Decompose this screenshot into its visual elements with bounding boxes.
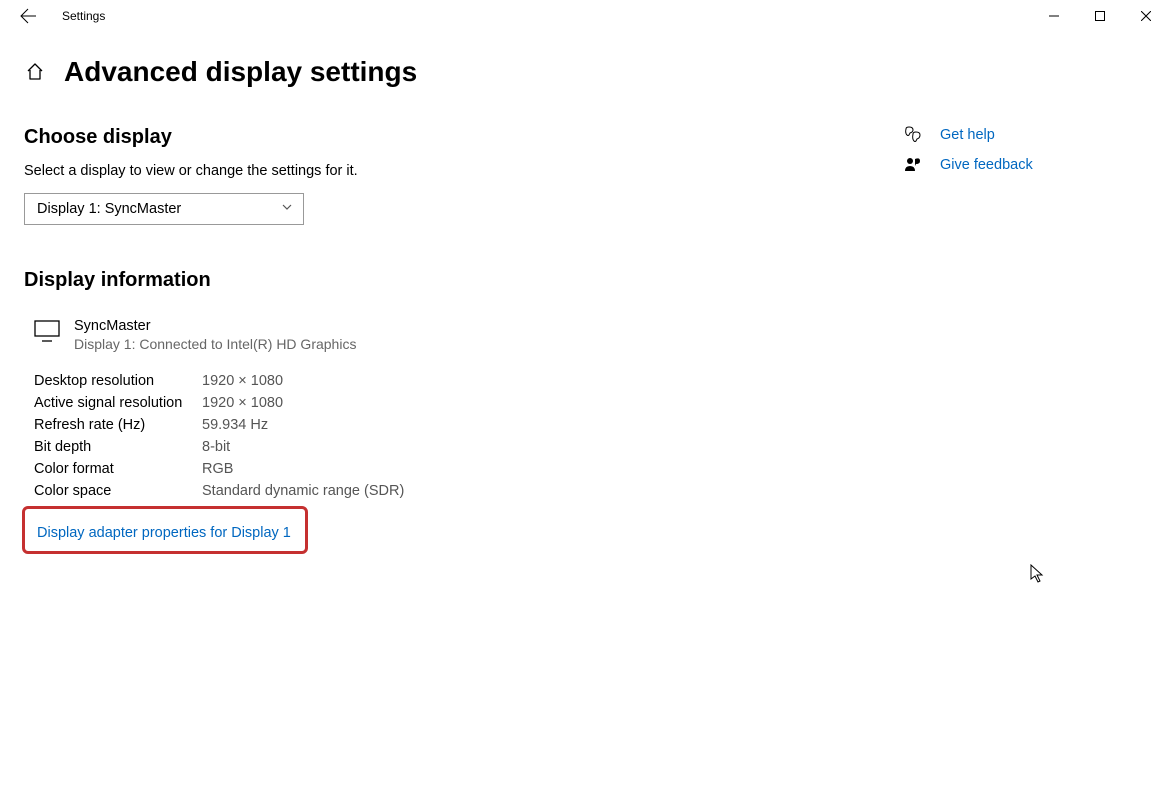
info-value: 59.934 Hz (202, 417, 268, 433)
help-icon (904, 126, 922, 144)
window-controls (1031, 0, 1169, 32)
info-label: Desktop resolution (34, 373, 202, 389)
choose-display-heading: Choose display (24, 126, 684, 149)
get-help-label: Get help (940, 127, 995, 143)
display-name: SyncMaster (74, 318, 356, 334)
header: Advanced display settings (0, 32, 1169, 88)
info-value: Standard dynamic range (SDR) (202, 483, 404, 499)
window-title: Settings (62, 9, 105, 23)
minimize-button[interactable] (1031, 0, 1077, 32)
display-adapter-properties-link[interactable]: Display adapter properties for Display 1 (29, 521, 299, 545)
info-label: Color format (34, 461, 202, 477)
info-row: Desktop resolution 1920 × 1080 (34, 370, 684, 392)
display-information-section: Display information SyncMaster Display 1… (24, 269, 684, 554)
main-column: Choose display Select a display to view … (24, 126, 684, 554)
info-label: Active signal resolution (34, 395, 202, 411)
arrow-left-icon (20, 8, 36, 24)
give-feedback-link[interactable]: Give feedback (904, 156, 1033, 174)
info-row: Color space Standard dynamic range (SDR) (34, 480, 684, 502)
info-row: Bit depth 8-bit (34, 436, 684, 458)
page-title: Advanced display settings (64, 56, 417, 88)
dropdown-value: Display 1: SyncMaster (37, 201, 181, 217)
display-select-dropdown[interactable]: Display 1: SyncMaster (24, 193, 304, 225)
get-help-link[interactable]: Get help (904, 126, 1033, 144)
info-value: 1920 × 1080 (202, 395, 283, 411)
chevron-down-icon (281, 201, 293, 217)
display-subtitle: Display 1: Connected to Intel(R) HD Grap… (74, 336, 356, 352)
display-identity-row: SyncMaster Display 1: Connected to Intel… (34, 318, 684, 352)
home-icon (25, 62, 45, 82)
maximize-button[interactable] (1077, 0, 1123, 32)
content: Choose display Select a display to view … (0, 88, 1169, 554)
highlight-annotation: Display adapter properties for Display 1 (22, 506, 308, 554)
close-button[interactable] (1123, 0, 1169, 32)
give-feedback-label: Give feedback (940, 157, 1033, 173)
info-row: Active signal resolution 1920 × 1080 (34, 392, 684, 414)
home-button[interactable] (24, 61, 46, 83)
mouse-cursor-icon (1030, 564, 1046, 584)
display-info-table: Desktop resolution 1920 × 1080 Active si… (34, 370, 684, 502)
back-button[interactable] (18, 6, 38, 26)
info-row: Refresh rate (Hz) 59.934 Hz (34, 414, 684, 436)
close-icon (1141, 11, 1151, 21)
monitor-icon (34, 320, 60, 347)
info-value: 8-bit (202, 439, 230, 455)
choose-display-description: Select a display to view or change the s… (24, 163, 684, 179)
info-label: Color space (34, 483, 202, 499)
titlebar: Settings (0, 0, 1169, 32)
minimize-icon (1049, 11, 1059, 21)
maximize-icon (1095, 11, 1105, 21)
side-column: Get help Give feedback (684, 126, 1033, 554)
display-information-heading: Display information (24, 269, 684, 292)
info-value: RGB (202, 461, 233, 477)
feedback-icon (904, 156, 922, 174)
info-label: Refresh rate (Hz) (34, 417, 202, 433)
info-label: Bit depth (34, 439, 202, 455)
info-value: 1920 × 1080 (202, 373, 283, 389)
info-row: Color format RGB (34, 458, 684, 480)
